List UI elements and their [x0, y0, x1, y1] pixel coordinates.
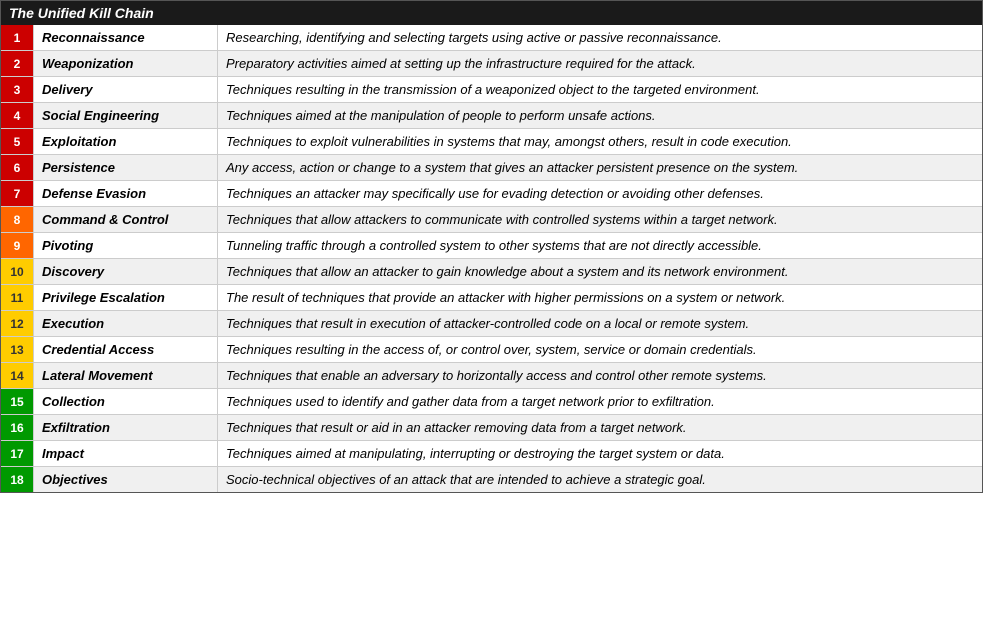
row-number: 2: [1, 51, 33, 76]
technique-description: Techniques that result or aid in an atta…: [218, 415, 982, 440]
row-number: 18: [1, 467, 33, 492]
technique-name: Exploitation: [33, 129, 218, 154]
table-row: 13Credential AccessTechniques resulting …: [1, 337, 982, 363]
row-number: 10: [1, 259, 33, 284]
table-title: The Unified Kill Chain: [9, 5, 154, 21]
table-row: 8Command & ControlTechniques that allow …: [1, 207, 982, 233]
technique-name: Credential Access: [33, 337, 218, 362]
technique-description: Techniques that enable an adversary to h…: [218, 363, 982, 388]
table-row: 18ObjectivesSocio-technical objectives o…: [1, 467, 982, 492]
technique-description: Preparatory activities aimed at setting …: [218, 51, 982, 76]
kill-chain-table: The Unified Kill Chain 1ReconnaissanceRe…: [0, 0, 983, 493]
table-row: 15CollectionTechniques used to identify …: [1, 389, 982, 415]
table-row: 10DiscoveryTechniques that allow an atta…: [1, 259, 982, 285]
technique-name: Defense Evasion: [33, 181, 218, 206]
technique-description: Techniques resulting in the access of, o…: [218, 337, 982, 362]
row-number: 12: [1, 311, 33, 336]
row-number: 5: [1, 129, 33, 154]
row-number: 6: [1, 155, 33, 180]
table-header: The Unified Kill Chain: [1, 1, 982, 25]
technique-description: Techniques aimed at manipulating, interr…: [218, 441, 982, 466]
technique-description: Tunneling traffic through a controlled s…: [218, 233, 982, 258]
table-row: 1ReconnaissanceResearching, identifying …: [1, 25, 982, 51]
technique-name: Privilege Escalation: [33, 285, 218, 310]
technique-name: Lateral Movement: [33, 363, 218, 388]
technique-name: Pivoting: [33, 233, 218, 258]
row-number: 8: [1, 207, 33, 232]
technique-name: Persistence: [33, 155, 218, 180]
technique-name: Collection: [33, 389, 218, 414]
table-row: 7Defense EvasionTechniques an attacker m…: [1, 181, 982, 207]
table-row: 6PersistenceAny access, action or change…: [1, 155, 982, 181]
technique-name: Exfiltration: [33, 415, 218, 440]
technique-description: Socio-technical objectives of an attack …: [218, 467, 982, 492]
technique-description: Techniques an attacker may specifically …: [218, 181, 982, 206]
row-number: 3: [1, 77, 33, 102]
technique-name: Delivery: [33, 77, 218, 102]
table-row: 11Privilege EscalationThe result of tech…: [1, 285, 982, 311]
technique-description: Researching, identifying and selecting t…: [218, 25, 982, 50]
technique-name: Social Engineering: [33, 103, 218, 128]
row-number: 11: [1, 285, 33, 310]
technique-description: Techniques that result in execution of a…: [218, 311, 982, 336]
table-row: 5ExploitationTechniques to exploit vulne…: [1, 129, 982, 155]
technique-name: Weaponization: [33, 51, 218, 76]
row-number: 15: [1, 389, 33, 414]
row-number: 4: [1, 103, 33, 128]
technique-description: The result of techniques that provide an…: [218, 285, 982, 310]
table-row: 17ImpactTechniques aimed at manipulating…: [1, 441, 982, 467]
table-row: 3DeliveryTechniques resulting in the tra…: [1, 77, 982, 103]
row-number: 1: [1, 25, 33, 50]
row-number: 14: [1, 363, 33, 388]
table-row: 2WeaponizationPreparatory activities aim…: [1, 51, 982, 77]
technique-description: Techniques that allow attackers to commu…: [218, 207, 982, 232]
technique-description: Techniques resulting in the transmission…: [218, 77, 982, 102]
technique-name: Command & Control: [33, 207, 218, 232]
technique-name: Objectives: [33, 467, 218, 492]
technique-description: Any access, action or change to a system…: [218, 155, 982, 180]
technique-description: Techniques used to identify and gather d…: [218, 389, 982, 414]
technique-name: Execution: [33, 311, 218, 336]
row-number: 16: [1, 415, 33, 440]
technique-description: Techniques to exploit vulnerabilities in…: [218, 129, 982, 154]
table-row: 16ExfiltrationTechniques that result or …: [1, 415, 982, 441]
table-row: 12ExecutionTechniques that result in exe…: [1, 311, 982, 337]
table-row: 4Social EngineeringTechniques aimed at t…: [1, 103, 982, 129]
technique-name: Discovery: [33, 259, 218, 284]
table-row: 9PivotingTunneling traffic through a con…: [1, 233, 982, 259]
technique-description: Techniques aimed at the manipulation of …: [218, 103, 982, 128]
technique-description: Techniques that allow an attacker to gai…: [218, 259, 982, 284]
table-row: 14Lateral MovementTechniques that enable…: [1, 363, 982, 389]
technique-name: Impact: [33, 441, 218, 466]
table-body: 1ReconnaissanceResearching, identifying …: [1, 25, 982, 492]
row-number: 9: [1, 233, 33, 258]
technique-name: Reconnaissance: [33, 25, 218, 50]
row-number: 7: [1, 181, 33, 206]
row-number: 17: [1, 441, 33, 466]
row-number: 13: [1, 337, 33, 362]
